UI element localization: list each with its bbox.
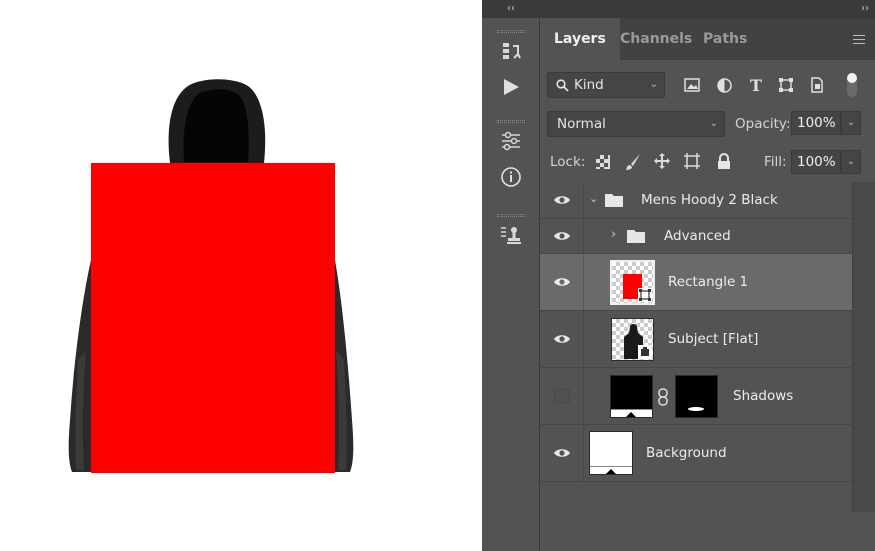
layer-row-subject-flat[interactable]: Subject [Flat] <box>540 311 852 368</box>
visibility-eye-icon[interactable] <box>540 425 584 481</box>
type-filter-icon[interactable]: T <box>747 75 765 95</box>
tool-group-bottom <box>486 208 536 253</box>
search-icon <box>556 79 569 92</box>
layer-name[interactable]: Background <box>646 445 727 461</box>
visibility-eye-icon[interactable] <box>540 311 584 367</box>
panel-tabs: Layers Channels Paths <box>540 18 875 60</box>
collapse-toolstrip-button[interactable]: ‹‹ <box>482 0 540 18</box>
smart-object-filter-icon[interactable] <box>808 77 826 93</box>
visibility-eye-icon[interactable] <box>540 254 584 310</box>
smart-object-badge-icon <box>638 345 652 359</box>
folder-icon <box>605 194 623 207</box>
layers-list[interactable]: ⌄ Mens Hoody 2 Black › Advanced Rectangl… <box>540 182 852 512</box>
opacity-label: Opacity: <box>735 116 791 132</box>
layer-name[interactable]: Shadows <box>733 388 793 404</box>
layer-thumbnail[interactable] <box>610 260 655 305</box>
panel-menu-icon[interactable] <box>853 35 865 47</box>
panel-header-bar: ›› <box>540 0 875 18</box>
opacity-dropdown-button[interactable]: ⌄ <box>841 111 861 135</box>
history-icon[interactable] <box>486 33 536 69</box>
smart-object-badge-icon <box>638 288 652 302</box>
expand-chevron-right-icon[interactable]: › <box>611 227 616 242</box>
filter-toggle-icon[interactable] <box>846 72 858 98</box>
lock-all-icon[interactable] <box>716 152 732 170</box>
layer-row-shadows[interactable]: Shadows <box>540 368 852 425</box>
filter-kind-label: Kind <box>574 77 604 93</box>
panel-footer <box>540 512 875 551</box>
layer-name[interactable]: Subject [Flat] <box>668 331 758 347</box>
shape-filter-icon[interactable] <box>777 77 795 93</box>
visibility-toggle-empty[interactable] <box>540 368 584 424</box>
blend-mode-value: Normal <box>557 116 606 132</box>
fill-field[interactable]: 100% <box>791 150 841 174</box>
expand-chevron-down-icon[interactable]: ⌄ <box>589 192 598 205</box>
red-rectangle-shape[interactable] <box>91 163 335 473</box>
chevron-down-icon: ⌄ <box>649 79 658 90</box>
layer-thumbnail[interactable] <box>610 375 653 418</box>
tool-group-top <box>486 24 536 105</box>
adjustment-filter-icon[interactable] <box>715 77 733 93</box>
tab-layers[interactable]: Layers <box>540 18 620 60</box>
lock-position-icon[interactable] <box>653 152 671 170</box>
layers-panel: ›› Layers Channels Paths Kind ⌄ T Normal… <box>540 0 875 551</box>
layer-row-rectangle-1[interactable]: Rectangle 1 <box>540 254 852 311</box>
layer-thumbnail[interactable] <box>589 431 633 475</box>
clone-source-icon[interactable] <box>486 217 536 253</box>
layer-mask-thumbnail[interactable] <box>675 375 718 418</box>
tool-group-middle <box>486 114 536 195</box>
lock-artboard-icon[interactable] <box>683 152 701 170</box>
info-icon[interactable] <box>486 159 536 195</box>
tab-paths[interactable]: Paths <box>703 18 747 60</box>
layers-scrollbar[interactable] <box>852 182 875 512</box>
link-chain-icon[interactable] <box>657 388 669 406</box>
fill-label: Fill: <box>764 154 787 170</box>
lock-paint-icon[interactable] <box>624 152 642 172</box>
fill-badge <box>611 409 652 417</box>
layer-thumbnail[interactable] <box>611 318 654 361</box>
opacity-field[interactable]: 100% <box>791 111 841 135</box>
play-actions-icon[interactable] <box>486 69 536 105</box>
filter-kind-dropdown[interactable]: Kind ⌄ <box>547 72 665 98</box>
hidden-visibility-box <box>553 388 570 404</box>
fill-dropdown-button[interactable]: ⌄ <box>841 150 861 174</box>
adjustments-sliders-icon[interactable] <box>486 123 536 159</box>
collapse-panel-button[interactable]: ›› <box>861 0 869 18</box>
visibility-eye-icon[interactable] <box>540 182 584 218</box>
visibility-eye-icon[interactable] <box>540 219 584 253</box>
lock-label: Lock: <box>550 154 586 170</box>
panel-toolstrip: ‹‹ <box>482 0 540 551</box>
chevron-down-icon: ⌄ <box>709 118 718 129</box>
pixel-filter-icon[interactable] <box>683 77 701 93</box>
blend-mode-dropdown[interactable]: Normal ⌄ <box>547 111 725 137</box>
fill-badge <box>590 466 632 474</box>
tab-channels[interactable]: Channels <box>620 18 692 60</box>
folder-icon <box>627 230 645 243</box>
layer-row-group-advanced[interactable]: › Advanced <box>540 219 852 254</box>
layer-row-group-hoody[interactable]: ⌄ Mens Hoody 2 Black <box>540 182 852 219</box>
layer-name[interactable]: Mens Hoody 2 Black <box>641 192 778 208</box>
layer-name[interactable]: Advanced <box>664 228 731 244</box>
lock-transparent-icon[interactable] <box>595 154 611 170</box>
layer-row-background[interactable]: Background <box>540 425 852 482</box>
document-canvas[interactable] <box>0 0 482 551</box>
layer-name[interactable]: Rectangle 1 <box>668 274 748 290</box>
